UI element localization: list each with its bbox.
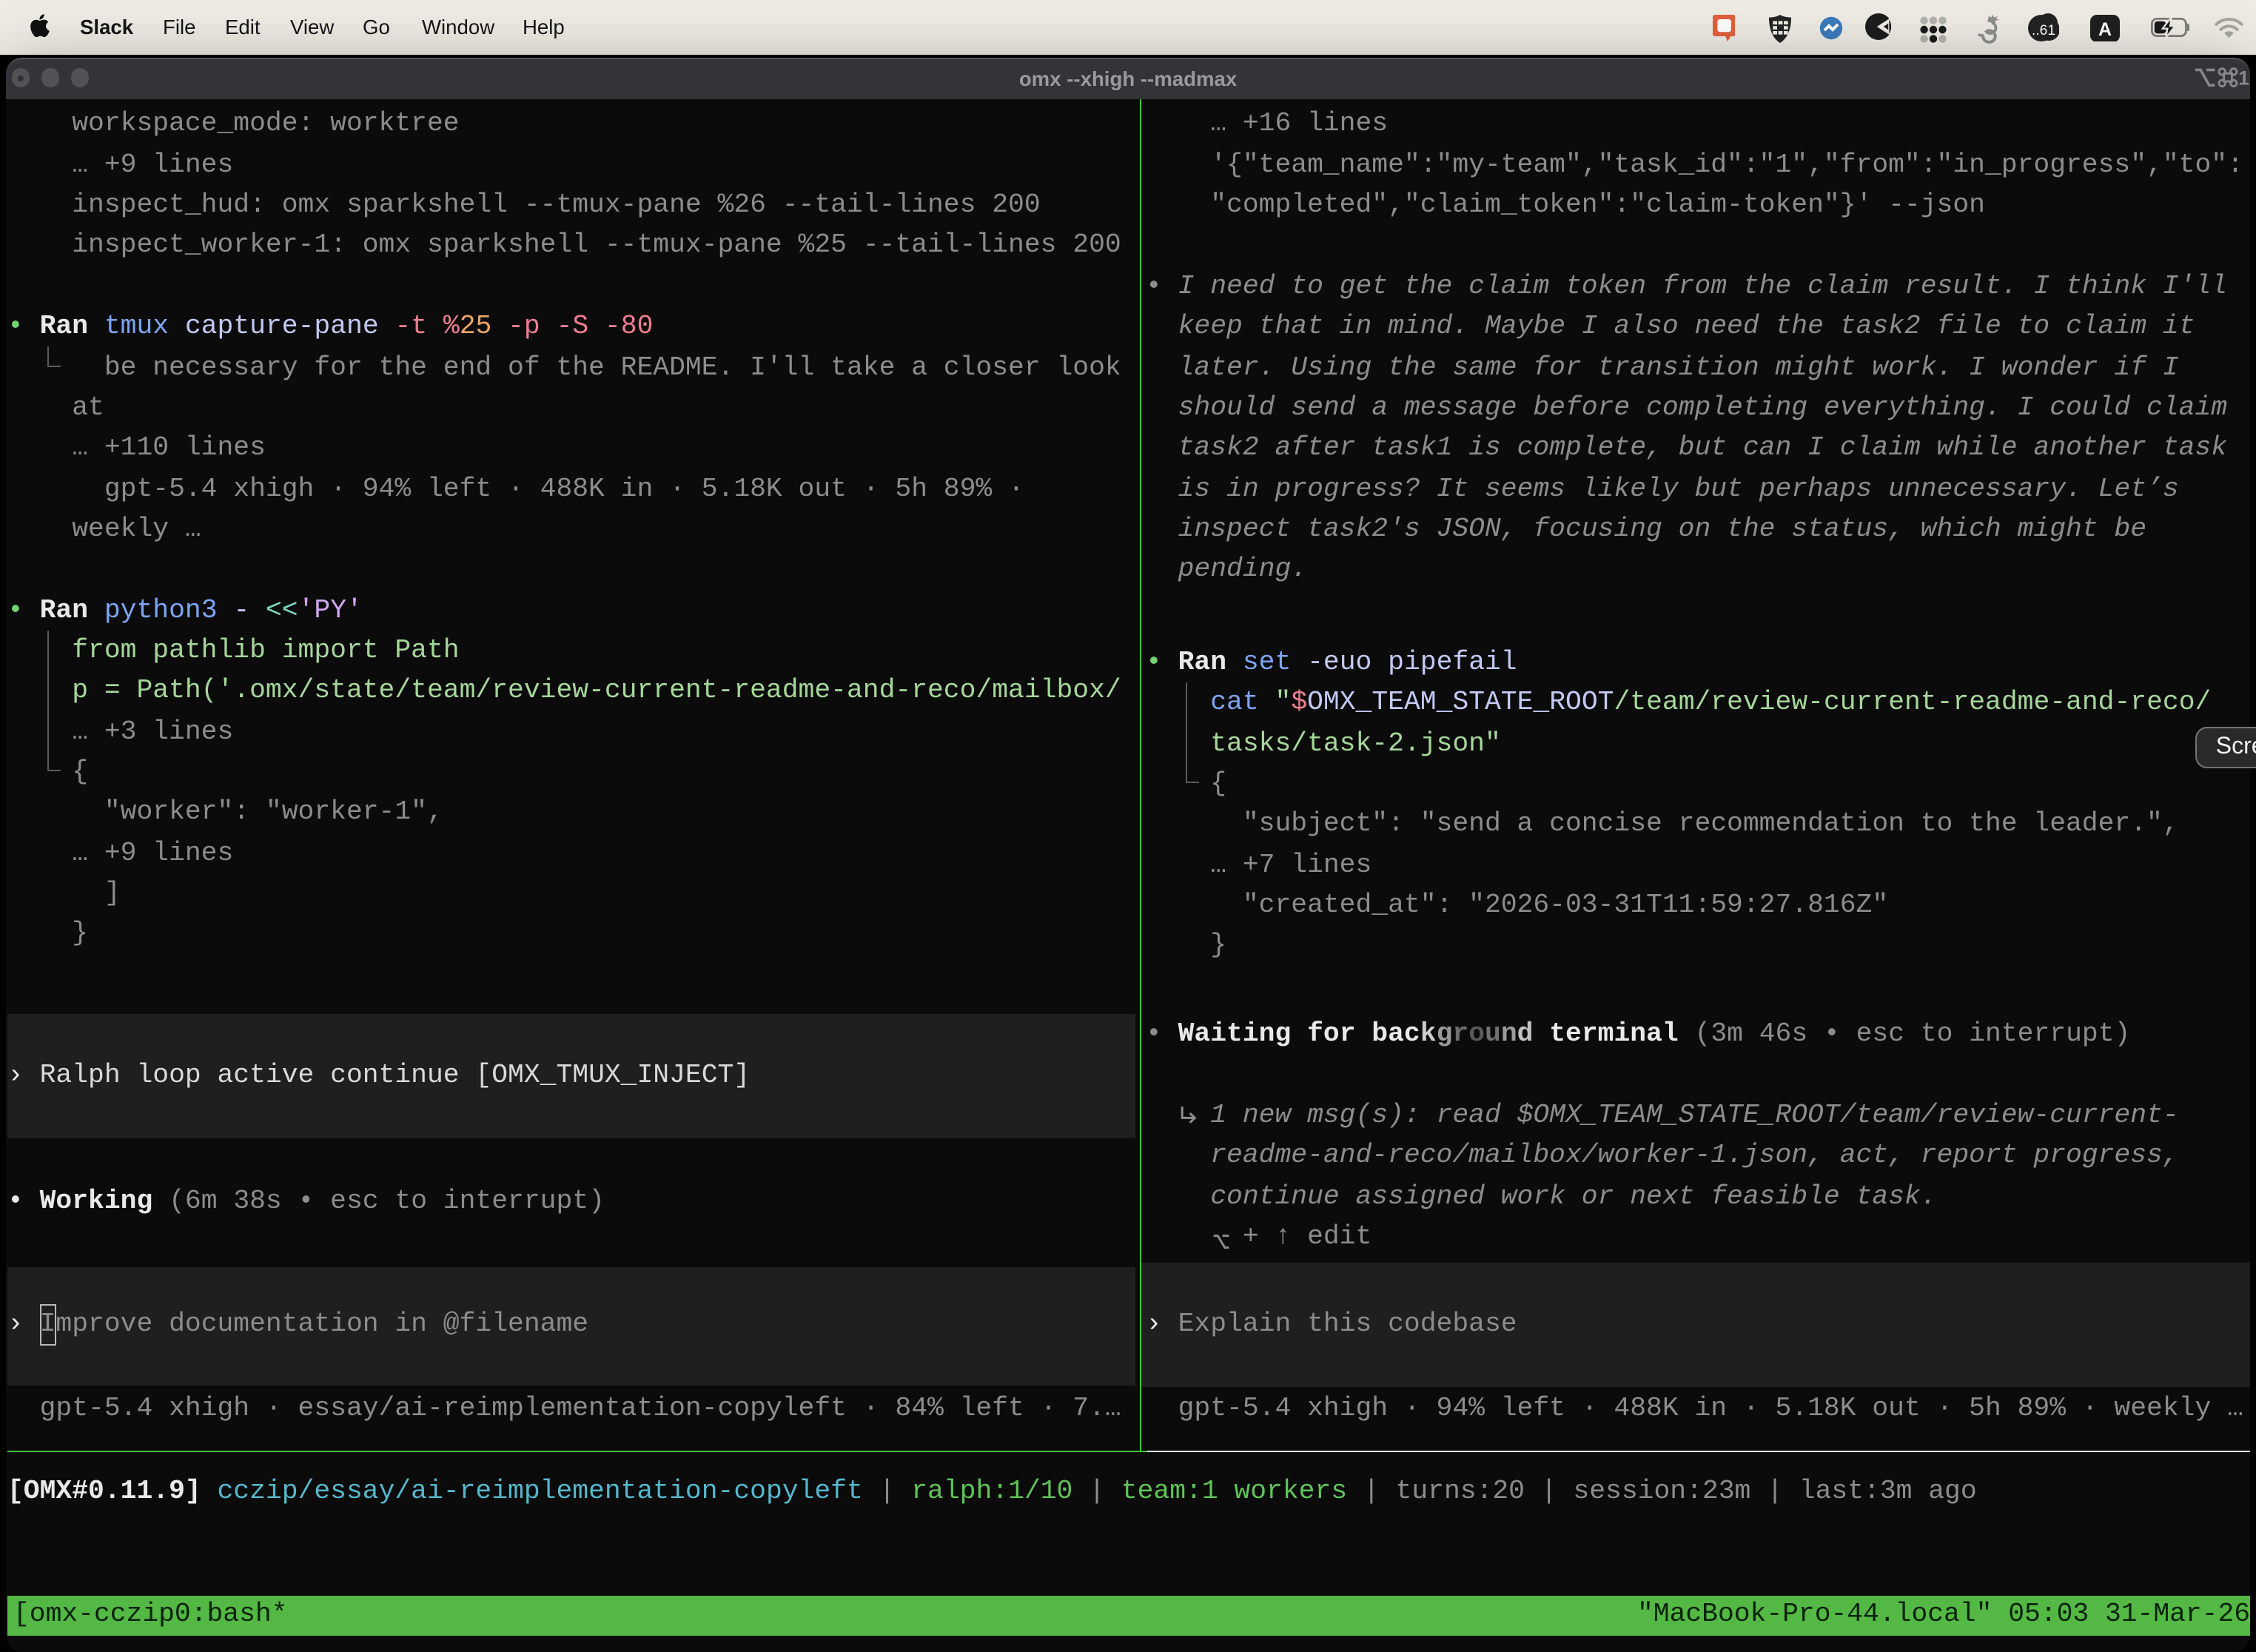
svg-text:..61: ..61: [2031, 23, 2055, 38]
svg-text:A: A: [2098, 19, 2111, 39]
svg-text:1: 1: [2238, 67, 2249, 89]
